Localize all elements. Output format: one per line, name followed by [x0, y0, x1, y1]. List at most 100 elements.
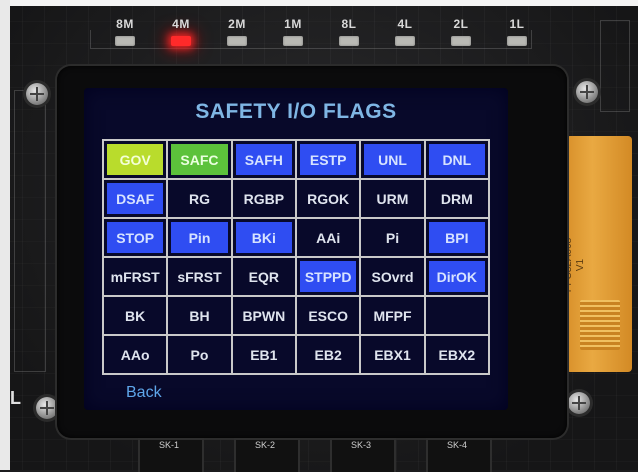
flag-drm[interactable]: DRM: [424, 179, 489, 218]
flag-ebx2[interactable]: EBX2: [424, 335, 489, 374]
flag-label: BPWN: [242, 307, 286, 324]
flag-eb2[interactable]: EB2: [296, 335, 361, 374]
flag-mfrst[interactable]: mFRST: [103, 257, 168, 296]
flag-label: BH: [189, 307, 210, 324]
led-4m: 4M: [156, 16, 206, 46]
led-light-icon: [507, 36, 527, 46]
flag-label: EB2: [314, 346, 342, 363]
flag-label: DSAF: [107, 183, 164, 214]
flag-bh[interactable]: BH: [167, 296, 232, 335]
flag-label: AAo: [120, 346, 150, 363]
led-light-icon: [171, 36, 191, 46]
flag-bpi[interactable]: BPI: [424, 218, 489, 257]
flag-label: SOvrd: [371, 268, 414, 285]
lcd-screen: SAFETY I/O FLAGS GOV SAFC SAFH ESTP UNL DNL DS…: [84, 88, 508, 410]
led-1m: 1M: [268, 16, 318, 46]
connector-label: SK-4: [446, 440, 467, 450]
led-8m: 8M: [100, 16, 150, 46]
led-label: 4L: [397, 17, 413, 31]
flag-stop[interactable]: STOP: [103, 218, 168, 257]
flag-bk[interactable]: BK: [103, 296, 168, 335]
flag-label: SAFC: [171, 144, 228, 175]
led-label: 2M: [228, 17, 246, 31]
flag-label: EQR: [248, 268, 279, 285]
flag-label: RG: [188, 190, 210, 207]
flag-label: RGBP: [243, 190, 285, 207]
flag-pin[interactable]: Pin: [167, 218, 232, 257]
flag-label: STPPD: [300, 261, 357, 292]
led-label: 2L: [453, 17, 469, 31]
flag-stppd[interactable]: STPPD: [296, 257, 361, 296]
board-edge: [0, 0, 10, 470]
connector-label: SK-3: [350, 440, 371, 450]
flag-urm[interactable]: URM: [360, 179, 425, 218]
flag-safc[interactable]: SAFC: [167, 140, 232, 179]
flag-po[interactable]: Po: [167, 335, 232, 374]
flag-safh[interactable]: SAFH: [231, 140, 296, 179]
flag-empty[interactable]: [424, 296, 489, 335]
flag-pi[interactable]: Pi: [360, 218, 425, 257]
flags-grid: GOV SAFC SAFH ESTP UNL DNL DSAF RG RGBP RGOK URM DR…: [102, 139, 490, 375]
flag-label: Po: [190, 346, 209, 363]
led-label: 8M: [116, 17, 134, 31]
flag-label: AAi: [316, 229, 341, 246]
led-light-icon: [451, 36, 471, 46]
flag-label: ESTP: [300, 144, 357, 175]
led-4l: 4L: [380, 16, 430, 46]
flag-label: DRM: [440, 190, 473, 207]
flex-cable-pins: [580, 300, 620, 350]
flag-rg[interactable]: RG: [167, 179, 232, 218]
led-label: 1M: [284, 17, 302, 31]
pcb-trace: [600, 20, 630, 112]
flag-label: MFPF: [373, 307, 412, 324]
flag-mfpf[interactable]: MFPF: [360, 296, 425, 335]
flag-label: Pin: [171, 222, 228, 253]
connector-label: SK-2: [254, 440, 275, 450]
led-label: 1L: [509, 17, 525, 31]
flag-esco[interactable]: ESCO: [296, 296, 361, 335]
flag-gov[interactable]: GOV: [103, 140, 168, 179]
flag-label: SAFH: [235, 144, 292, 175]
flag-unl[interactable]: UNL: [360, 140, 425, 179]
flag-dsaf[interactable]: DSAF: [103, 179, 168, 218]
flag-label: DirOK: [428, 261, 485, 292]
flag-label: GOV: [107, 144, 164, 175]
flag-estp[interactable]: ESTP: [296, 140, 361, 179]
flag-label: EBX1: [374, 346, 411, 363]
flag-label: BK: [125, 307, 146, 324]
flag-eqr[interactable]: EQR: [231, 257, 296, 296]
flag-dirok[interactable]: DirOK: [424, 257, 489, 296]
board-edge: [0, 0, 638, 6]
flag-bpwn[interactable]: BPWN: [231, 296, 296, 335]
led-label: 8L: [341, 17, 357, 31]
led-2m: 2M: [212, 16, 262, 46]
flag-label: EBX2: [438, 346, 476, 363]
screw-icon: [576, 81, 598, 103]
back-button[interactable]: Back: [126, 384, 162, 402]
led-8l: 8L: [324, 16, 374, 46]
flag-label: Pi: [385, 229, 400, 246]
flag-aai[interactable]: AAi: [296, 218, 361, 257]
flag-ebx1[interactable]: EBX1: [360, 335, 425, 374]
led-light-icon: [395, 36, 415, 46]
flag-rgok[interactable]: RGOK: [296, 179, 361, 218]
flag-label: STOP: [107, 222, 164, 253]
flag-label: RGOK: [307, 190, 350, 207]
connector-label: SK-1: [158, 440, 179, 450]
flag-label: DNL: [428, 144, 485, 175]
flag-label: URM: [376, 190, 409, 207]
flag-rgbp[interactable]: RGBP: [231, 179, 296, 218]
flag-eb1[interactable]: EB1: [231, 335, 296, 374]
flag-label: UNL: [364, 144, 421, 175]
flag-bki[interactable]: BKi: [231, 218, 296, 257]
flag-sovrd[interactable]: SOvrd: [360, 257, 425, 296]
flag-label: BPI: [428, 222, 485, 253]
led-light-icon: [115, 36, 135, 46]
flag-sfrst[interactable]: sFRST: [167, 257, 232, 296]
led-label: 4M: [172, 17, 190, 31]
screen-title: SAFETY I/O FLAGS: [195, 100, 397, 123]
flag-label: [429, 300, 485, 331]
led-2l: 2L: [436, 16, 486, 46]
flag-dnl[interactable]: DNL: [424, 140, 489, 179]
flag-aao[interactable]: AAo: [103, 335, 168, 374]
